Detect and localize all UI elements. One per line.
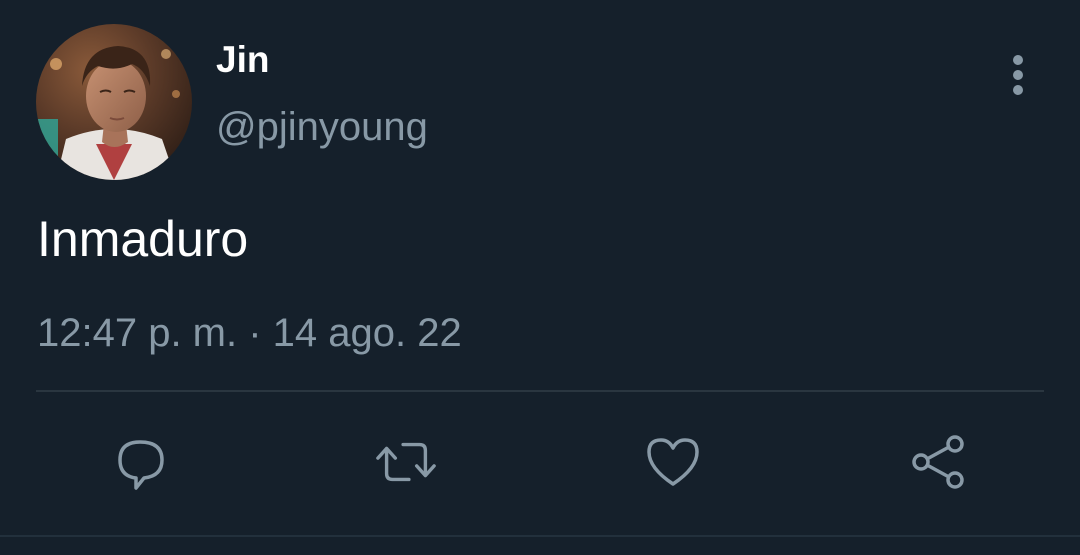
reply-bubble-icon — [118, 440, 164, 490]
avatar-photo — [36, 24, 192, 180]
bottom-divider — [0, 535, 1080, 537]
heart-icon — [647, 438, 699, 486]
more-options-button[interactable] — [996, 50, 1040, 100]
retweet-button[interactable] — [374, 430, 438, 494]
reply-button[interactable] — [108, 430, 172, 494]
tweet-timestamp[interactable]: 12:47 p. m. · 14 ago. 22 — [37, 309, 462, 357]
display-name[interactable]: Jin — [216, 38, 269, 82]
avatar[interactable] — [36, 24, 192, 180]
tweet-detail: Jin @pjinyoung Inmaduro 12:47 p. m. · 14… — [0, 0, 1080, 555]
more-vertical-icon — [1013, 55, 1023, 95]
retweet-icon — [376, 442, 436, 482]
share-button[interactable] — [907, 430, 971, 494]
like-button[interactable] — [641, 430, 705, 494]
tweet-actions-bar — [0, 430, 1080, 494]
share-icon — [912, 435, 964, 489]
user-handle[interactable]: @pjinyoung — [216, 103, 428, 151]
divider — [36, 390, 1044, 392]
tweet-text: Inmaduro — [37, 211, 249, 267]
